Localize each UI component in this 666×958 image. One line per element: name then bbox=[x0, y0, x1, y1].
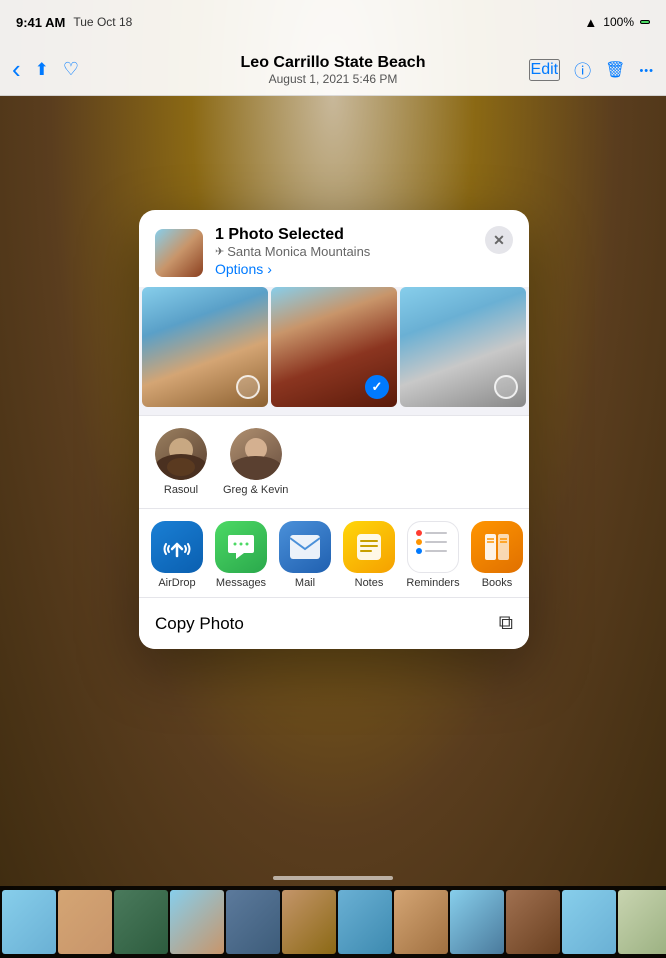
app-label-airdrop: AirDrop bbox=[158, 577, 195, 589]
copy-icon: ⧉ bbox=[499, 612, 513, 635]
airdrop-icon bbox=[151, 521, 203, 573]
contact-item-rasoul[interactable]: Rasoul bbox=[155, 428, 207, 496]
options-chevron-icon: › bbox=[267, 261, 272, 277]
share-thumbnail bbox=[155, 229, 203, 277]
app-item-books[interactable]: Books bbox=[467, 521, 527, 589]
photo-select-circle-2: ✓ bbox=[365, 375, 389, 399]
contact-avatar-rasoul bbox=[155, 428, 207, 480]
photo-selection-row: ✓ bbox=[139, 287, 529, 415]
home-indicator bbox=[273, 876, 393, 880]
heart-icon: ♡ bbox=[63, 59, 79, 79]
contact-item-greg[interactable]: Greg & Kevin bbox=[223, 428, 288, 496]
share-photo-count: 1 Photo Selected bbox=[215, 226, 513, 244]
edit-button[interactable]: Edit bbox=[529, 59, 561, 81]
books-icon bbox=[471, 521, 523, 573]
photo-thumb-1[interactable] bbox=[142, 287, 268, 407]
filmstrip-thumb[interactable] bbox=[2, 890, 56, 954]
battery-percentage: 100% bbox=[603, 15, 634, 29]
share-sheet: 1 Photo Selected ✈ Santa Monica Mountain… bbox=[139, 210, 529, 649]
share-info: 1 Photo Selected ✈ Santa Monica Mountain… bbox=[215, 226, 513, 279]
filmstrip-thumb[interactable] bbox=[394, 890, 448, 954]
notes-icon bbox=[343, 521, 395, 573]
filmstrip-thumb[interactable] bbox=[170, 890, 224, 954]
contact-name-greg: Greg & Kevin bbox=[223, 484, 288, 496]
favorite-button[interactable]: ♡ bbox=[63, 59, 79, 80]
battery-icon bbox=[640, 20, 650, 24]
share-button[interactable]: ⬆ bbox=[35, 60, 49, 80]
status-time: 9:41 AM bbox=[16, 15, 65, 30]
filmstrip-thumb[interactable] bbox=[282, 890, 336, 954]
status-date: Tue Oct 18 bbox=[73, 15, 132, 29]
app-item-mail[interactable]: Mail bbox=[275, 521, 335, 589]
back-button[interactable] bbox=[12, 54, 21, 85]
reminders-icon bbox=[407, 521, 459, 573]
nav-title: Leo Carrillo State Beach bbox=[241, 54, 426, 72]
contact-avatar-greg bbox=[230, 428, 282, 480]
nav-subtitle: August 1, 2021 5:46 PM bbox=[241, 72, 426, 86]
more-button[interactable]: ••• bbox=[639, 61, 654, 79]
app-label-books: Books bbox=[482, 577, 513, 589]
info-button[interactable]: ⓘ bbox=[574, 57, 591, 82]
upload-icon: ⬆ bbox=[35, 60, 49, 79]
check-icon: ✓ bbox=[372, 379, 383, 395]
photo-thumb-3[interactable] bbox=[400, 287, 526, 407]
messages-icon bbox=[215, 521, 267, 573]
contacts-row: Rasoul Greg & Kevin bbox=[139, 415, 529, 508]
nav-center: Leo Carrillo State Beach August 1, 2021 … bbox=[241, 54, 426, 86]
filmstrip-thumb[interactable] bbox=[450, 890, 504, 954]
delete-button[interactable]: 🗑 bbox=[605, 60, 625, 80]
copy-photo-button[interactable]: Copy Photo ⧉ bbox=[139, 597, 529, 649]
options-button[interactable]: Options › bbox=[215, 261, 272, 277]
share-close-button[interactable]: ✕ bbox=[485, 226, 513, 254]
location-icon: ✈ bbox=[215, 245, 224, 258]
filmstrip-thumb[interactable] bbox=[618, 890, 666, 954]
share-location: ✈ Santa Monica Mountains bbox=[215, 244, 513, 259]
apps-row: AirDrop Messages Mail bbox=[139, 508, 529, 597]
app-label-mail: Mail bbox=[295, 577, 315, 589]
app-label-notes: Notes bbox=[355, 577, 384, 589]
app-item-notes[interactable]: Notes bbox=[339, 521, 399, 589]
filmstrip-thumb[interactable] bbox=[338, 890, 392, 954]
filmstrip-thumb[interactable] bbox=[226, 890, 280, 954]
wifi-icon: ▲ bbox=[584, 15, 597, 30]
filmstrip bbox=[0, 886, 666, 958]
app-item-airdrop[interactable]: AirDrop bbox=[147, 521, 207, 589]
info-icon: ⓘ bbox=[574, 62, 591, 81]
app-label-messages: Messages bbox=[216, 577, 266, 589]
mail-icon bbox=[279, 521, 331, 573]
nav-bar: ⬆ ♡ Leo Carrillo State Beach August 1, 2… bbox=[0, 44, 666, 96]
filmstrip-thumb[interactable] bbox=[562, 890, 616, 954]
share-sheet-header: 1 Photo Selected ✈ Santa Monica Mountain… bbox=[139, 210, 529, 287]
filmstrip-thumb[interactable] bbox=[506, 890, 560, 954]
filmstrip-thumb[interactable] bbox=[114, 890, 168, 954]
copy-photo-label: Copy Photo bbox=[155, 614, 244, 634]
app-item-messages[interactable]: Messages bbox=[211, 521, 271, 589]
filmstrip-thumb[interactable] bbox=[58, 890, 112, 954]
trash-icon: 🗑 bbox=[605, 62, 625, 79]
status-bar: 9:41 AM Tue Oct 18 ▲ 100% bbox=[0, 0, 666, 44]
app-item-reminders[interactable]: Reminders bbox=[403, 521, 463, 589]
contact-name-rasoul: Rasoul bbox=[164, 484, 198, 496]
ellipsis-icon: ••• bbox=[639, 65, 654, 77]
photo-thumb-2[interactable]: ✓ bbox=[271, 287, 397, 407]
chevron-back-icon bbox=[12, 65, 21, 82]
app-label-reminders: Reminders bbox=[406, 577, 459, 589]
photo-select-circle-1 bbox=[236, 375, 260, 399]
photo-select-circle-3 bbox=[494, 375, 518, 399]
